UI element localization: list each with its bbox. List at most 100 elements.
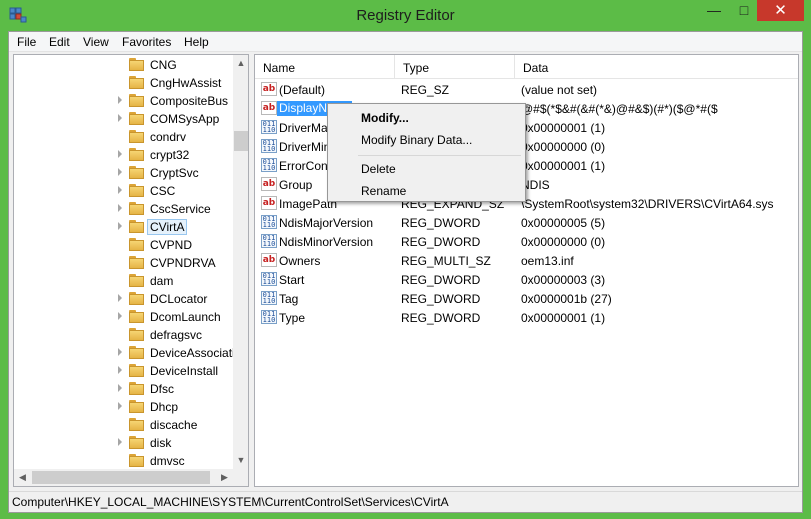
binary-value-icon: 011 110 [261, 234, 277, 248]
menu-item-modify[interactable]: Modify... [330, 107, 523, 129]
tree-item[interactable]: Dhcp [14, 398, 229, 416]
tree-vertical-scrollbar[interactable]: ▲ ▼ [233, 55, 248, 469]
tree-item[interactable]: Dfsc [14, 380, 229, 398]
tree-item[interactable]: discache [14, 416, 229, 434]
title-bar[interactable]: Registry Editor — □ ✕ [0, 0, 811, 32]
menu-edit[interactable]: Edit [49, 35, 70, 49]
expand-arrow-icon[interactable] [118, 96, 122, 104]
folder-icon [129, 292, 144, 305]
value-type: REG_DWORD [401, 311, 481, 325]
tree-horizontal-scrollbar[interactable]: ◀ ▶ [14, 469, 233, 486]
value-row[interactable]: 011 110 Type REG_DWORD 0x00000001 (1) [255, 308, 798, 327]
menu-view[interactable]: View [83, 35, 109, 49]
column-header-type[interactable]: Type [395, 55, 515, 79]
value-name: Type [279, 311, 306, 325]
tree-item[interactable]: crypt32 [14, 146, 229, 164]
string-value-icon: ab [261, 253, 277, 267]
folder-icon [129, 238, 144, 251]
menu-item-delete[interactable]: Delete [330, 158, 523, 180]
menu-item-rename[interactable]: Rename [330, 180, 523, 202]
folder-icon [129, 166, 144, 179]
value-type: REG_MULTI_SZ [401, 254, 491, 268]
key-tree[interactable]: dmvsc disk discache Dhcp Dfsc DeviceInstall De… [13, 54, 249, 487]
tree-item[interactable]: CVPND [14, 236, 229, 254]
tree-item-label: CVirtA [146, 219, 188, 235]
maximize-button[interactable]: □ [731, 0, 757, 21]
tree-item[interactable]: defragsvc [14, 326, 229, 344]
folder-icon [129, 94, 144, 107]
column-header-name[interactable]: Name [255, 55, 395, 79]
value-row[interactable]: 011 110 Tag REG_DWORD 0x0000001b (27) [255, 289, 798, 308]
binary-value-icon: 011 110 [261, 139, 277, 153]
tree-item[interactable]: CSC [14, 182, 229, 200]
scroll-up-arrow-icon[interactable]: ▲ [233, 55, 248, 71]
tree-item-label: CSC [150, 184, 176, 198]
tree-item-label: CscService [150, 202, 211, 216]
tree-item[interactable]: disk [14, 434, 229, 452]
tree-item[interactable]: DCLocator [14, 290, 229, 308]
scroll-right-arrow-icon[interactable]: ▶ [216, 469, 233, 486]
tree-item[interactable]: DeviceAssociation [14, 344, 248, 362]
tree-item[interactable]: COMSysApp [14, 110, 229, 128]
tree-item-label: discache [150, 418, 198, 432]
expand-arrow-icon[interactable] [118, 366, 122, 374]
scrollbar-thumb[interactable] [32, 471, 210, 484]
expand-arrow-icon[interactable] [118, 204, 122, 212]
expand-arrow-icon[interactable] [118, 114, 122, 122]
menu-help[interactable]: Help [184, 35, 209, 49]
close-button[interactable]: ✕ [757, 0, 804, 21]
folder-icon [129, 454, 144, 467]
tree-item[interactable]: CompositeBus [14, 92, 229, 110]
status-bar-path: Computer\HKEY_LOCAL_MACHINE\SYSTEM\Curre… [9, 491, 802, 512]
tree-item[interactable]: dmvsc [14, 452, 229, 470]
value-data: 0x00000000 (0) [521, 235, 606, 249]
tree-item[interactable]: CngHwAssist [14, 74, 229, 92]
tree-item[interactable]: CVPNDRVA [14, 254, 229, 272]
tree-item[interactable]: DeviceInstall [14, 362, 229, 380]
expand-arrow-icon[interactable] [118, 402, 122, 410]
binary-value-icon: 011 110 [261, 215, 277, 229]
value-row[interactable]: 011 110 NdisMajorVersion REG_DWORD 0x0000000… [255, 213, 798, 232]
folder-icon [129, 364, 144, 377]
tree-item[interactable]: condrv [14, 128, 229, 146]
minimize-button[interactable]: — [697, 0, 731, 21]
menu-file[interactable]: File [17, 35, 36, 49]
folder-icon [129, 382, 144, 395]
value-data: 0x00000001 (1) [521, 121, 606, 135]
value-name: Group [279, 178, 313, 192]
expand-arrow-icon[interactable] [118, 312, 122, 320]
binary-value-icon: 011 110 [261, 310, 277, 324]
value-type: REG_DWORD [401, 235, 481, 249]
value-name: NdisMinorVersion [279, 235, 374, 249]
scroll-down-arrow-icon[interactable]: ▼ [233, 452, 248, 468]
value-row[interactable]: ab Owners REG_MULTI_SZ oem13.inf [255, 251, 798, 270]
expand-arrow-icon[interactable] [118, 150, 122, 158]
expand-arrow-icon[interactable] [118, 348, 122, 356]
folder-icon [129, 130, 144, 143]
column-header-data[interactable]: Data [515, 55, 798, 79]
tree-item[interactable]: CscService [14, 200, 229, 218]
scroll-left-arrow-icon[interactable]: ◀ [14, 469, 31, 486]
menu-separator [358, 155, 521, 156]
tree-item-label: disk [150, 436, 172, 450]
tree-item[interactable]: dam [14, 272, 229, 290]
expand-arrow-icon[interactable] [118, 384, 122, 392]
scrollbar-thumb[interactable] [234, 131, 248, 151]
tree-item[interactable]: CryptSvc [14, 164, 229, 182]
tree-item[interactable]: CVirtA [14, 218, 229, 236]
expand-arrow-icon[interactable] [118, 168, 122, 176]
tree-item-label: defragsvc [150, 328, 203, 342]
value-row[interactable]: ab (Default) REG_SZ (value not set) [255, 80, 798, 99]
tree-item[interactable]: CNG [14, 56, 229, 74]
expand-arrow-icon[interactable] [118, 222, 122, 230]
menu-favorites[interactable]: Favorites [122, 35, 171, 49]
folder-icon [129, 58, 144, 71]
expand-arrow-icon[interactable] [118, 438, 122, 446]
menu-item-modify-binary-data[interactable]: Modify Binary Data... [330, 129, 523, 151]
expand-arrow-icon[interactable] [118, 186, 122, 194]
tree-item[interactable]: DcomLaunch [14, 308, 229, 326]
value-row[interactable]: 011 110 Start REG_DWORD 0x00000003 (3) [255, 270, 798, 289]
value-row[interactable]: 011 110 NdisMinorVersion REG_DWORD 0x0000000… [255, 232, 798, 251]
tree-item-label: crypt32 [150, 148, 190, 162]
expand-arrow-icon[interactable] [118, 294, 122, 302]
